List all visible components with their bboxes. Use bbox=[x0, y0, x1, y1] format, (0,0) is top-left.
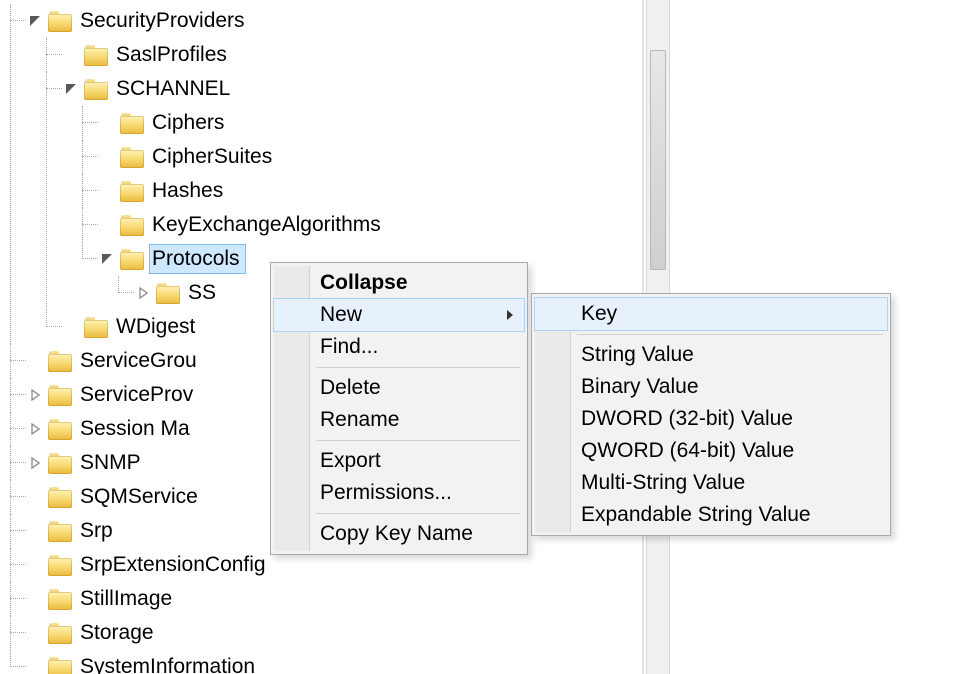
folder-icon bbox=[48, 486, 72, 508]
folder-icon bbox=[120, 214, 144, 236]
submenu-expandable-string-value[interactable]: Expandable String Value bbox=[535, 499, 887, 531]
expander-icon[interactable] bbox=[100, 252, 114, 266]
tree-label: SaslProfiles bbox=[114, 41, 232, 69]
menu-label: Multi-String Value bbox=[581, 471, 745, 495]
menu-label: Expandable String Value bbox=[581, 503, 811, 527]
folder-icon bbox=[156, 282, 180, 304]
submenu-qword-value[interactable]: QWORD (64-bit) Value bbox=[535, 435, 887, 467]
expander-icon[interactable] bbox=[136, 286, 150, 300]
submenu-string-value[interactable]: String Value bbox=[535, 339, 887, 371]
expander-icon[interactable] bbox=[28, 456, 42, 470]
menu-label: New bbox=[320, 303, 362, 327]
menu-separator bbox=[577, 334, 883, 335]
menu-label: Binary Value bbox=[581, 375, 699, 399]
menu-label: Permissions... bbox=[320, 481, 452, 505]
tree-label: KeyExchangeAlgorithms bbox=[150, 211, 386, 239]
tree-label: SS bbox=[186, 279, 221, 307]
expander-icon[interactable] bbox=[28, 422, 42, 436]
menu-copy-key-name[interactable]: Copy Key Name bbox=[274, 518, 524, 550]
tree-label: SNMP bbox=[78, 449, 146, 477]
tree-item-hashes[interactable]: Hashes bbox=[100, 174, 640, 208]
folder-icon bbox=[48, 622, 72, 644]
tree-label: SQMService bbox=[78, 483, 203, 511]
folder-icon bbox=[120, 146, 144, 168]
folder-icon bbox=[48, 656, 72, 674]
tree-label: WDigest bbox=[114, 313, 200, 341]
expander-icon[interactable] bbox=[28, 388, 42, 402]
folder-icon bbox=[84, 78, 108, 100]
menu-label: QWORD (64-bit) Value bbox=[581, 439, 794, 463]
tree-item-ciphersuites[interactable]: CipherSuites bbox=[100, 140, 640, 174]
expander-icon[interactable] bbox=[64, 82, 78, 96]
menu-permissions[interactable]: Permissions... bbox=[274, 477, 524, 509]
tree-item-saslprofiles[interactable]: SaslProfiles bbox=[64, 38, 640, 72]
scrollbar-thumb[interactable] bbox=[650, 50, 666, 270]
tree-label: Srp bbox=[78, 517, 118, 545]
tree-label: ServiceProv bbox=[78, 381, 198, 409]
submenu-binary-value[interactable]: Binary Value bbox=[535, 371, 887, 403]
spacer bbox=[64, 48, 78, 62]
submenu-key[interactable]: Key bbox=[535, 298, 887, 330]
folder-icon bbox=[48, 554, 72, 576]
folder-icon bbox=[48, 588, 72, 610]
tree-label: CipherSuites bbox=[150, 143, 277, 171]
menu-label: String Value bbox=[581, 343, 694, 367]
tree-label: SrpExtensionConfig bbox=[78, 551, 271, 579]
menu-label: Export bbox=[320, 449, 381, 473]
menu-new[interactable]: New bbox=[274, 299, 524, 331]
folder-icon bbox=[120, 112, 144, 134]
folder-icon bbox=[48, 520, 72, 542]
tree-label: Storage bbox=[78, 619, 159, 647]
menu-label: Delete bbox=[320, 376, 381, 400]
folder-icon bbox=[84, 44, 108, 66]
tree-item-schannel[interactable]: SCHANNEL bbox=[64, 72, 640, 106]
folder-icon bbox=[120, 248, 144, 270]
tree-label: StillImage bbox=[78, 585, 177, 613]
folder-icon bbox=[48, 384, 72, 406]
context-menu[interactable]: Collapse New Find... Delete Rename Expor… bbox=[270, 262, 528, 555]
new-submenu[interactable]: Key String Value Binary Value DWORD (32-… bbox=[531, 293, 891, 536]
menu-rename[interactable]: Rename bbox=[274, 404, 524, 436]
tree-label: SecurityProviders bbox=[78, 7, 250, 35]
tree-label: ServiceGrou bbox=[78, 347, 202, 375]
menu-label: Find... bbox=[320, 335, 378, 359]
menu-label: Rename bbox=[320, 408, 399, 432]
folder-icon bbox=[48, 418, 72, 440]
tree-label: Ciphers bbox=[150, 109, 229, 137]
menu-label: DWORD (32-bit) Value bbox=[581, 407, 793, 431]
expander-icon[interactable] bbox=[28, 14, 42, 28]
folder-icon bbox=[48, 350, 72, 372]
tree-label: Protocols bbox=[150, 245, 245, 273]
tree-item-systeminformation[interactable]: SystemInformation bbox=[28, 650, 640, 674]
menu-delete[interactable]: Delete bbox=[274, 372, 524, 404]
menu-separator bbox=[316, 367, 520, 368]
folder-icon bbox=[84, 316, 108, 338]
submenu-arrow-icon bbox=[506, 303, 514, 327]
submenu-multi-string-value[interactable]: Multi-String Value bbox=[535, 467, 887, 499]
folder-icon bbox=[48, 10, 72, 32]
menu-label: Key bbox=[581, 302, 617, 326]
tree-item-ciphers[interactable]: Ciphers bbox=[100, 106, 640, 140]
menu-label: Copy Key Name bbox=[320, 522, 473, 546]
tree-label: SCHANNEL bbox=[114, 75, 235, 103]
menu-label: Collapse bbox=[320, 271, 408, 295]
folder-icon bbox=[48, 452, 72, 474]
tree-label: SystemInformation bbox=[78, 653, 260, 674]
tree-label: Session Ma bbox=[78, 415, 195, 443]
tree-item-securityproviders[interactable]: SecurityProviders bbox=[28, 4, 640, 38]
submenu-dword-value[interactable]: DWORD (32-bit) Value bbox=[535, 403, 887, 435]
menu-find[interactable]: Find... bbox=[274, 331, 524, 363]
menu-collapse[interactable]: Collapse bbox=[274, 267, 524, 299]
menu-separator bbox=[316, 440, 520, 441]
menu-separator bbox=[316, 513, 520, 514]
tree-item-keyexchange[interactable]: KeyExchangeAlgorithms bbox=[100, 208, 640, 242]
folder-icon bbox=[120, 180, 144, 202]
tree-item-stillimage[interactable]: StillImage bbox=[28, 582, 640, 616]
tree-item-storage[interactable]: Storage bbox=[28, 616, 640, 650]
tree-label: Hashes bbox=[150, 177, 228, 205]
menu-export[interactable]: Export bbox=[274, 445, 524, 477]
